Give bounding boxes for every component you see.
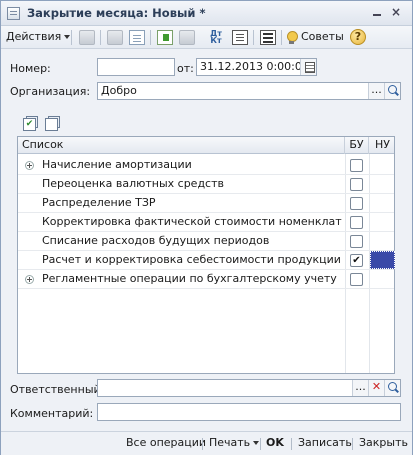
actions-menu-button[interactable]: Действия [6,29,71,45]
bu-checkbox[interactable] [350,216,363,229]
document-window: Закрытие месяца: Новый * × Действия Дт Кт… [0,0,413,455]
table-row[interactable]: Распределение ТЗР [18,194,394,213]
list-icon[interactable] [260,30,276,45]
toolbar-divider [71,30,72,45]
expand-icon[interactable] [25,161,34,170]
ok-button[interactable]: OK [266,436,284,450]
date-field[interactable]: 31.12.2013 0:00:00 [196,58,317,76]
row-name: Распределение ТЗР [42,196,156,209]
number-field[interactable] [97,58,175,76]
bu-checkbox-checked[interactable]: ✔ [350,254,363,267]
check-all-icon[interactable] [23,116,38,131]
document-icon [7,7,20,20]
unpost-icon[interactable] [107,30,123,45]
footer-divider [291,438,292,450]
print-menu-button[interactable]: Печать [209,436,260,450]
advice-button[interactable]: Советы [286,29,344,45]
close-window-button[interactable]: × [389,6,403,19]
print-label: Печать [209,436,251,449]
copy-document-icon[interactable] [129,30,145,45]
footer-divider [352,438,353,450]
search-icon[interactable] [384,83,400,99]
toolbar: Действия Дт Кт Советы ? [1,26,412,49]
advice-label: Советы [301,30,344,43]
date-value: 31.12.2013 0:00:00 [200,60,309,73]
search-icon[interactable] [384,380,400,396]
minimize-button[interactable] [370,6,384,19]
dt-kt-icon[interactable]: Дт Кт [208,30,224,45]
organization-select-button[interactable]: ... [368,83,384,99]
footer-divider [260,438,261,450]
table-row[interactable]: Переоценка валютных средств [18,175,394,194]
table-row[interactable]: Списание расходов будущих периодов [18,232,394,251]
save-button[interactable]: Записать [298,436,352,450]
column-header-nu[interactable]: НУ [369,137,396,154]
toolbar-divider [281,30,282,45]
bu-checkbox[interactable] [350,273,363,286]
row-name: Расчет и корректировка себестоимости про… [42,253,342,266]
organization-field[interactable]: Добро ... [97,82,401,100]
structure-icon[interactable] [179,30,195,45]
toolbar-divider [253,30,254,45]
bu-checkbox[interactable] [350,197,363,210]
toolbar-divider [150,30,151,45]
nu-cell-selected[interactable] [370,251,395,269]
close-button[interactable]: Закрыть [359,436,408,450]
toolbar-divider [100,30,101,45]
footer-bar: Все операции Печать OK Записать Закрыть [1,432,412,455]
operations-table: Список БУ НУ Начисление амортизации Пере… [17,136,395,374]
table-row[interactable]: Корректировка фактической стоимости номе… [18,213,394,232]
help-button[interactable]: ? [350,29,366,45]
organization-label: Организация: [10,85,91,98]
row-name: Списание расходов будущих периодов [42,234,270,247]
actions-label: Действия [6,30,62,43]
lightbulb-icon [286,30,298,44]
chevron-down-icon [64,35,71,39]
uncheck-all-icon[interactable] [45,116,60,131]
window-title: Закрытие месяца: Новый * [27,6,206,20]
table-row[interactable]: Начисление амортизации [18,156,394,175]
date-label: от: [177,62,194,75]
row-name: Корректировка фактической стоимости номе… [42,215,342,228]
calendar-icon[interactable] [300,59,316,75]
chevron-down-icon [253,441,260,445]
comment-field[interactable] [97,403,401,421]
table-row[interactable]: Расчет и корректировка себестоимости про… [18,251,395,270]
footer-divider [202,438,203,450]
responsible-label: Ответственный: [10,383,105,396]
row-name: Регламентные операции по бухгалтерскому … [42,272,337,285]
report-icon[interactable] [232,30,248,45]
bu-checkbox[interactable] [350,159,363,172]
column-header-list[interactable]: Список [18,137,345,154]
expand-icon[interactable] [25,275,34,284]
bu-checkbox[interactable] [350,178,363,191]
clear-icon[interactable]: ✕ [368,380,384,396]
kt-label: Кт [210,36,222,45]
column-header-bu[interactable]: БУ [345,137,369,154]
number-label: Номер: [10,62,51,75]
bu-checkbox[interactable] [350,235,363,248]
table-row[interactable]: Регламентные операции по бухгалтерскому … [18,270,394,289]
all-operations-button[interactable]: Все операции [126,436,206,450]
organization-value: Добро [101,84,137,97]
comment-label: Комментарий: [10,407,94,420]
responsible-select-button[interactable]: ... [352,380,368,396]
row-name: Начисление амортизации [42,158,192,171]
responsible-field[interactable]: ... ✕ [97,379,401,397]
row-name: Переоценка валютных средств [42,177,224,190]
based-on-icon[interactable] [157,30,173,45]
post-icon[interactable] [79,30,95,45]
table-header: Список БУ НУ [18,137,394,154]
title-bar: Закрытие месяца: Новый * × [1,1,412,26]
